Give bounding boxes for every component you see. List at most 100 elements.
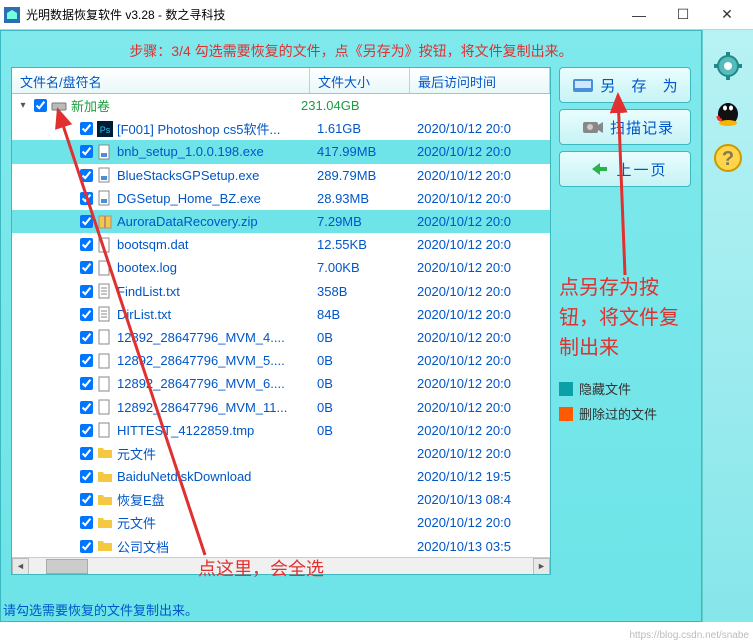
file-name: 12892_28647796_MVM_5.... xyxy=(117,353,317,368)
tree-row[interactable]: 元文件2020/10/12 20:0 xyxy=(12,442,550,465)
legend-deleted-swatch xyxy=(559,407,573,421)
file-size: 7.00KB xyxy=(317,260,417,275)
file-type-icon xyxy=(97,214,113,230)
tree-row[interactable]: 12892_28647796_MVM_5....0B2020/10/12 20:… xyxy=(12,349,550,372)
disk-icon xyxy=(51,98,67,114)
file-date: 2020/10/12 20:0 xyxy=(417,214,511,229)
file-type-icon xyxy=(97,283,113,299)
row-checkbox[interactable] xyxy=(80,308,93,321)
row-checkbox[interactable] xyxy=(80,238,93,251)
row-checkbox[interactable] xyxy=(80,145,93,158)
row-checkbox[interactable] xyxy=(80,192,93,205)
tree-row[interactable]: HITTEST_4122859.tmp0B2020/10/12 20:0 xyxy=(12,419,550,442)
file-date: 2020/10/12 20:0 xyxy=(417,353,511,368)
file-date: 2020/10/12 20:0 xyxy=(417,423,511,438)
col-name[interactable]: 文件名/盘符名 xyxy=(12,68,310,93)
scroll-right-icon[interactable]: ► xyxy=(533,558,550,575)
file-name: 恢复E盘 xyxy=(117,490,317,509)
file-date: 2020/10/12 20:0 xyxy=(417,144,511,159)
tree-row[interactable]: 公司文档2020/10/13 03:5 xyxy=(12,535,550,556)
file-size: 0B xyxy=(317,353,417,368)
collapse-icon[interactable]: ▾ xyxy=(16,100,30,111)
tree-row[interactable]: AuroraDataRecovery.zip7.29MB2020/10/12 2… xyxy=(12,210,550,233)
row-checkbox[interactable] xyxy=(80,331,93,344)
file-type-icon: Ps xyxy=(97,121,113,137)
row-checkbox[interactable] xyxy=(80,285,93,298)
file-name: 12892_28647796_MVM_4.... xyxy=(117,330,317,345)
file-type-icon xyxy=(97,306,113,322)
file-type-icon xyxy=(97,144,113,160)
file-name: [F001] Photoshop cs5软件... xyxy=(117,119,317,138)
tree-row[interactable]: 元文件2020/10/12 20:0 xyxy=(12,511,550,534)
file-type-icon xyxy=(97,167,113,183)
scroll-thumb[interactable] xyxy=(46,559,88,574)
action-panel: 另 存 为 扫描记录 上一页 点另存为按钮，将文件复制出来 隐藏文件 删除过的文… xyxy=(559,67,691,575)
row-checkbox[interactable] xyxy=(80,447,93,460)
close-button[interactable]: ✕ xyxy=(705,0,749,29)
tree-row-root[interactable]: ▾ 新加卷231.04GB xyxy=(12,94,550,117)
tree-row[interactable]: BaiduNetdiskDownload2020/10/12 19:5 xyxy=(12,465,550,488)
tree-row[interactable]: Ps[F001] Photoshop cs5软件...1.61GB2020/10… xyxy=(12,117,550,140)
row-checkbox[interactable] xyxy=(80,424,93,437)
saveas-button[interactable]: 另 存 为 xyxy=(559,67,691,103)
tree-row[interactable]: DirList.txt84B2020/10/12 20:0 xyxy=(12,303,550,326)
legend-hidden-label: 隐藏文件 xyxy=(579,379,631,398)
file-type-icon xyxy=(97,399,113,415)
file-date: 2020/10/12 19:5 xyxy=(417,469,511,484)
tree-row[interactable]: FindList.txt358B2020/10/12 20:0 xyxy=(12,280,550,303)
file-size: 0B xyxy=(317,376,417,391)
file-date: 2020/10/12 20:0 xyxy=(417,121,511,136)
tree-row[interactable]: 恢复E盘 2020/10/13 08:4 xyxy=(12,488,550,511)
row-checkbox[interactable] xyxy=(80,215,93,228)
row-checkbox[interactable] xyxy=(80,261,93,274)
tree-row[interactable]: bootex.log7.00KB2020/10/12 20:0 xyxy=(12,256,550,279)
file-type-icon xyxy=(97,492,113,508)
gear-icon[interactable] xyxy=(712,50,744,82)
file-name: 元文件 xyxy=(117,444,317,463)
main-panel: 步骤：3/4 勾选需要恢复的文件，点《另存为》按钮，将文件复制出来。 文件名/盘… xyxy=(0,30,702,622)
file-name: FindList.txt xyxy=(117,284,317,299)
file-date: 2020/10/12 20:0 xyxy=(417,284,511,299)
tree-row[interactable]: DGSetup_Home_BZ.exe28.93MB2020/10/12 20:… xyxy=(12,187,550,210)
row-checkbox[interactable] xyxy=(80,377,93,390)
row-checkbox[interactable] xyxy=(80,169,93,182)
row-checkbox[interactable] xyxy=(80,516,93,529)
scanlog-button[interactable]: 扫描记录 xyxy=(559,109,691,145)
root-size: 231.04GB xyxy=(301,98,401,113)
prev-button[interactable]: 上一页 xyxy=(559,151,691,187)
row-checkbox[interactable] xyxy=(80,401,93,414)
help-icon[interactable]: ? xyxy=(712,142,744,174)
checkbox-root[interactable] xyxy=(34,99,47,112)
row-checkbox[interactable] xyxy=(80,354,93,367)
file-type-icon xyxy=(97,329,113,345)
file-name: 公司文档 xyxy=(117,537,317,556)
minimize-button[interactable]: — xyxy=(617,0,661,29)
file-type-icon xyxy=(97,376,113,392)
tree-row[interactable]: bootsqm.dat12.55KB2020/10/12 20:0 xyxy=(12,233,550,256)
col-size[interactable]: 文件大小 xyxy=(310,68,410,93)
file-date: 2020/10/12 20:0 xyxy=(417,400,511,415)
tree-row[interactable]: 12892_28647796_MVM_6....0B2020/10/12 20:… xyxy=(12,372,550,395)
tree-row[interactable]: bnb_setup_1.0.0.198.exe417.99MB2020/10/1… xyxy=(12,140,550,163)
root-label: 新加卷 xyxy=(71,96,301,115)
file-tree[interactable]: ▾新加卷231.04GBPs[F001] Photoshop cs5软件...1… xyxy=(12,94,550,556)
row-checkbox[interactable] xyxy=(80,540,93,553)
tree-row[interactable]: 12892_28647796_MVM_11...0B2020/10/12 20:… xyxy=(12,395,550,418)
file-type-icon xyxy=(97,515,113,531)
qq-icon[interactable] xyxy=(712,96,744,128)
tree-row[interactable]: BlueStacksGPSetup.exe289.79MB2020/10/12 … xyxy=(12,164,550,187)
tree-row[interactable]: 12892_28647796_MVM_4....0B2020/10/12 20:… xyxy=(12,326,550,349)
file-size: 0B xyxy=(317,330,417,345)
maximize-button[interactable]: ☐ xyxy=(661,0,705,29)
row-checkbox[interactable] xyxy=(80,470,93,483)
file-name: DGSetup_Home_BZ.exe xyxy=(117,191,317,206)
file-date: 2020/10/13 08:4 xyxy=(417,492,511,507)
list-header: 文件名/盘符名 文件大小 最后访问时间 xyxy=(12,68,550,94)
row-checkbox[interactable] xyxy=(80,122,93,135)
col-date[interactable]: 最后访问时间 xyxy=(410,68,550,93)
file-size: 28.93MB xyxy=(317,191,417,206)
scroll-left-icon[interactable]: ◄ xyxy=(12,558,29,575)
prev-label: 上一页 xyxy=(616,159,667,180)
file-name: AuroraDataRecovery.zip xyxy=(117,214,317,229)
row-checkbox[interactable] xyxy=(80,493,93,506)
